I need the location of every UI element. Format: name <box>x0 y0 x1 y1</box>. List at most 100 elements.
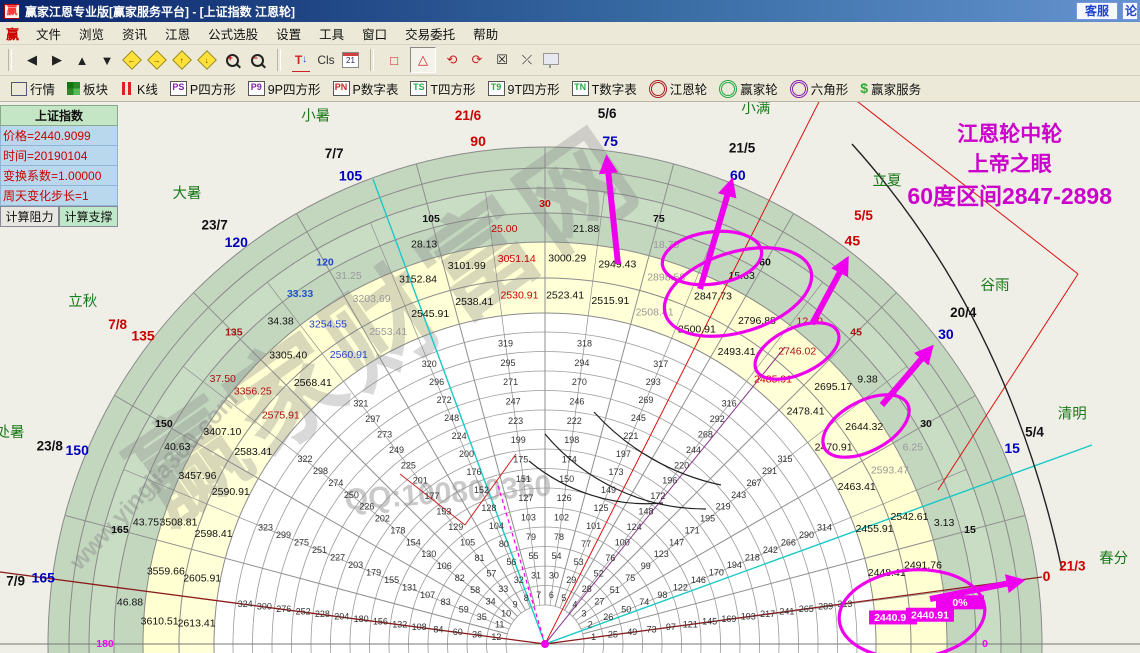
spiral-number: 131 <box>402 582 417 592</box>
next-button[interactable]: ▶ <box>48 49 66 71</box>
chart-type-T数字表[interactable]: TNT数字表 <box>567 77 642 100</box>
spiral-number: 220 <box>674 460 689 470</box>
outer-date-label: 21/6 <box>455 108 482 123</box>
chart-type-行情[interactable]: 行情 <box>6 77 60 100</box>
up-tool-button[interactable]: ▲ <box>73 49 91 71</box>
down-tool-button[interactable]: ▼ <box>98 49 116 71</box>
spiral-number: 147 <box>669 537 684 547</box>
spiral-number: 122 <box>673 582 688 592</box>
calc-button-0[interactable]: 计算阻力 <box>0 206 59 227</box>
outer-date-label: 23/7 <box>202 217 228 232</box>
spiral-number: 53 <box>574 557 584 567</box>
spiral-number: 29 <box>566 575 576 585</box>
outer-degree-label: 135 <box>131 327 155 343</box>
spiral-number: 28 <box>582 584 592 594</box>
customer-service-button[interactable]: 客服 <box>1076 2 1118 20</box>
move-down-icon[interactable]: ↓ <box>197 50 217 70</box>
price-label-outer: 3457.96 <box>178 470 216 482</box>
chart-type-K线[interactable]: K线 <box>115 77 163 100</box>
calc-button-1[interactable]: 计算支撑 <box>59 206 118 227</box>
menu-item-4[interactable]: 公式选股 <box>199 22 267 45</box>
chart-type-label: K线 <box>137 79 158 98</box>
chart-type-赢家服务[interactable]: $赢家服务 <box>855 77 926 100</box>
solar-term-label: 大暑 <box>173 185 202 202</box>
triangle-tool-button[interactable]: △ <box>410 47 436 73</box>
menu-item-2[interactable]: 资讯 <box>113 22 156 45</box>
price-label-outer: 3305.40 <box>269 350 307 362</box>
spiral-number: 246 <box>569 396 584 406</box>
cross-tool-button[interactable]: ⤫ <box>518 49 536 71</box>
chart-type-P数字表[interactable]: PNP数字表 <box>328 77 404 100</box>
chart-type-板块[interactable]: 板块 <box>62 77 113 100</box>
degree-ring-label: 120 <box>316 257 334 269</box>
arc-cw-tool-button[interactable]: ⟳ <box>468 49 486 71</box>
percent-label: 9.38 <box>857 373 878 385</box>
chart-type-9T四方形[interactable]: T99T四方形 <box>483 77 565 100</box>
menu-item-8[interactable]: 交易委托 <box>396 22 464 45</box>
spiral-number: 33 <box>498 584 508 594</box>
toolbar-handle <box>8 49 12 71</box>
spiral-number: 203 <box>348 560 363 570</box>
partial-button[interactable]: 论坛 <box>1122 2 1138 20</box>
chart-type-P四方形[interactable]: PSP四方形 <box>165 77 241 100</box>
updown-axis-button[interactable]: T↓ <box>292 49 310 72</box>
price-label-outer: 3152.84 <box>399 273 437 285</box>
spiral-number: 107 <box>420 590 435 600</box>
chart-type-label: 六角形 <box>811 79 849 98</box>
chart-type-9P四方形[interactable]: P99P四方形 <box>243 77 326 100</box>
menu-item-1[interactable]: 浏览 <box>70 22 113 45</box>
chart-type-T四方形[interactable]: TST四方形 <box>405 77 480 100</box>
kline-icon <box>120 82 134 95</box>
spiral-number: 104 <box>489 521 504 531</box>
annotation-line-2: 上帝之眼 <box>907 150 1112 180</box>
spiral-number: 132 <box>392 619 407 629</box>
chart-type-label: P数字表 <box>353 79 399 98</box>
cls-button[interactable]: Cls <box>317 49 335 71</box>
title-bar: 赢 赢家江恩专业版[赢家服务平台] - [上证指数 江恩轮] 客服 论坛 <box>0 0 1140 22</box>
spiral-number: 146 <box>691 575 706 585</box>
spiral-number: 97 <box>666 622 676 632</box>
spiral-number: 274 <box>328 478 343 488</box>
move-up-icon[interactable]: ↑ <box>172 50 192 70</box>
move-right-icon[interactable]: → <box>147 50 167 70</box>
dollar-icon: $ <box>860 82 868 95</box>
outer-date-label: 5/4 <box>1025 425 1044 440</box>
zoom-in-button[interactable]: + <box>223 49 241 71</box>
square-tool-button[interactable]: □ <box>385 49 403 71</box>
chart-type-六角形[interactable]: 六角形 <box>785 77 854 100</box>
spiral-number: 8 <box>524 593 529 603</box>
menu-item-5[interactable]: 设置 <box>267 22 310 45</box>
arc-ccw-tool-button[interactable]: ⟲ <box>443 49 461 71</box>
menu-item-3[interactable]: 江恩 <box>156 22 199 45</box>
spiral-number: 319 <box>498 338 513 348</box>
prev-button[interactable]: ◀ <box>23 49 41 71</box>
spiral-number: 294 <box>574 358 589 368</box>
screen-tool-button[interactable] <box>543 53 559 65</box>
calendar-button[interactable]: 21 <box>342 52 359 68</box>
move-left-icon[interactable]: ← <box>122 50 142 70</box>
degree-ring-label: 135 <box>225 327 243 339</box>
menu-bar: 赢 文件浏览资讯江恩公式选股设置工具窗口交易委托帮助 <box>0 22 1140 45</box>
spiral-number: 298 <box>313 466 328 476</box>
chart-type-江恩轮[interactable]: 江恩轮 <box>644 77 713 100</box>
spiral-number: 293 <box>646 377 661 387</box>
outer-date-label: 7/9 <box>6 573 25 588</box>
spiral-number: 265 <box>799 604 814 614</box>
spiral-number: 57 <box>486 569 496 579</box>
spiral-number: 101 <box>586 521 601 531</box>
chart-type-赢家轮[interactable]: 赢家轮 <box>714 77 783 100</box>
wheel-annotation: 江恩轮中轮 上帝之眼 60度区间2847-2898 <box>907 120 1112 212</box>
menu-item-6[interactable]: 工具 <box>310 22 353 45</box>
spiral-number: 26 <box>603 612 613 622</box>
menu-item-9[interactable]: 帮助 <box>464 22 507 45</box>
zoom-out-button[interactable]: − <box>248 49 266 71</box>
box-TS-icon: TS <box>410 81 427 96</box>
spiral-number: 268 <box>698 429 713 439</box>
degree-ring-label: 150 <box>155 418 173 430</box>
boxed-x-tool-button[interactable]: ☒ <box>493 49 511 71</box>
menu-item-0[interactable]: 文件 <box>27 22 70 45</box>
menu-item-7[interactable]: 窗口 <box>353 22 396 45</box>
spiral-number: 252 <box>296 607 311 617</box>
percent-label: 40.63 <box>164 441 190 453</box>
spiral-number: 242 <box>763 545 778 555</box>
